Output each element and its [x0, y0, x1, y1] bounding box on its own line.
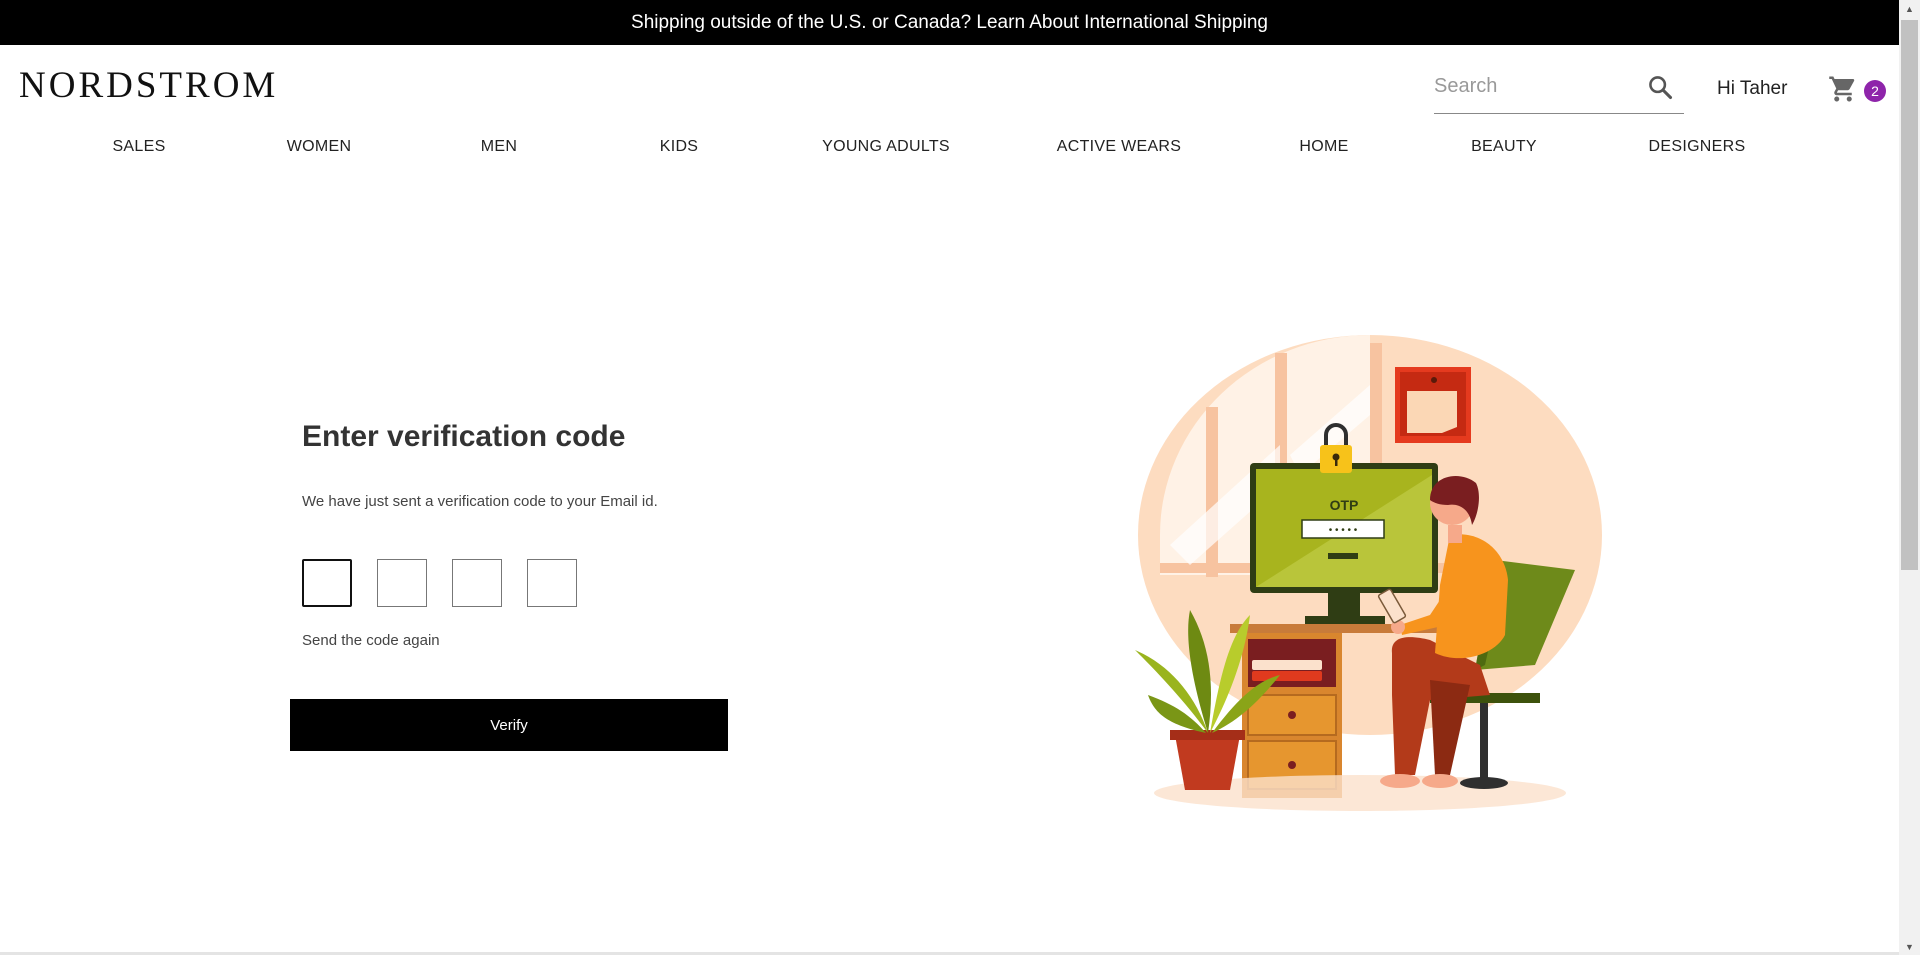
otp-illustration: OTP • • • • • [1130, 335, 1620, 815]
nav-item-home[interactable]: HOME [1299, 138, 1348, 156]
site-header: NORDSTROM Hi Taher 2 [0, 45, 1899, 135]
nav-item-women[interactable]: WOMEN [287, 138, 352, 156]
user-greeting[interactable]: Hi Taher [1717, 78, 1787, 100]
promo-banner[interactable]: Shipping outside of the U.S. or Canada? … [0, 0, 1899, 45]
nav-item-beauty[interactable]: BEAUTY [1471, 138, 1537, 156]
main-nav: SALES WOMEN MEN KIDS YOUNG ADULTS ACTIVE… [0, 138, 1899, 168]
resend-code-link[interactable]: Send the code again [302, 632, 440, 649]
search-input[interactable] [1434, 69, 1634, 103]
scroll-down-arrow-icon[interactable]: ▼ [1899, 938, 1920, 955]
cart-button[interactable]: 2 [1828, 74, 1888, 106]
search-icon[interactable] [1646, 73, 1674, 101]
otp-digit-2[interactable] [377, 559, 427, 607]
search-box [1434, 65, 1684, 114]
page-title: Enter verification code [302, 420, 626, 453]
scroll-up-arrow-icon[interactable]: ▲ [1899, 0, 1920, 17]
scrollbar-thumb[interactable] [1901, 20, 1918, 570]
nav-item-men[interactable]: MEN [481, 138, 517, 156]
otp-screen-label: OTP [1330, 497, 1359, 513]
verification-message: We have just sent a verification code to… [302, 493, 658, 510]
nav-item-designers[interactable]: DESIGNERS [1649, 138, 1746, 156]
vertical-scrollbar[interactable]: ▲ ▼ [1899, 0, 1920, 955]
nordstrom-logo[interactable]: NORDSTROM [19, 64, 278, 107]
cart-icon [1829, 76, 1855, 102]
otp-digit-3[interactable] [452, 559, 502, 607]
otp-digit-1[interactable] [302, 559, 352, 607]
nav-item-young-adults[interactable]: YOUNG ADULTS [822, 138, 950, 156]
otp-digit-4[interactable] [527, 559, 577, 607]
nav-item-kids[interactable]: KIDS [660, 138, 699, 156]
otp-mask: • • • • • [1329, 525, 1358, 536]
nav-item-active-wears[interactable]: ACTIVE WEARS [1057, 138, 1182, 156]
verify-button[interactable]: Verify [290, 699, 728, 751]
nav-item-sales[interactable]: SALES [112, 138, 165, 156]
cart-count-badge: 2 [1864, 80, 1886, 102]
promo-text[interactable]: Shipping outside of the U.S. or Canada? … [631, 12, 1268, 34]
